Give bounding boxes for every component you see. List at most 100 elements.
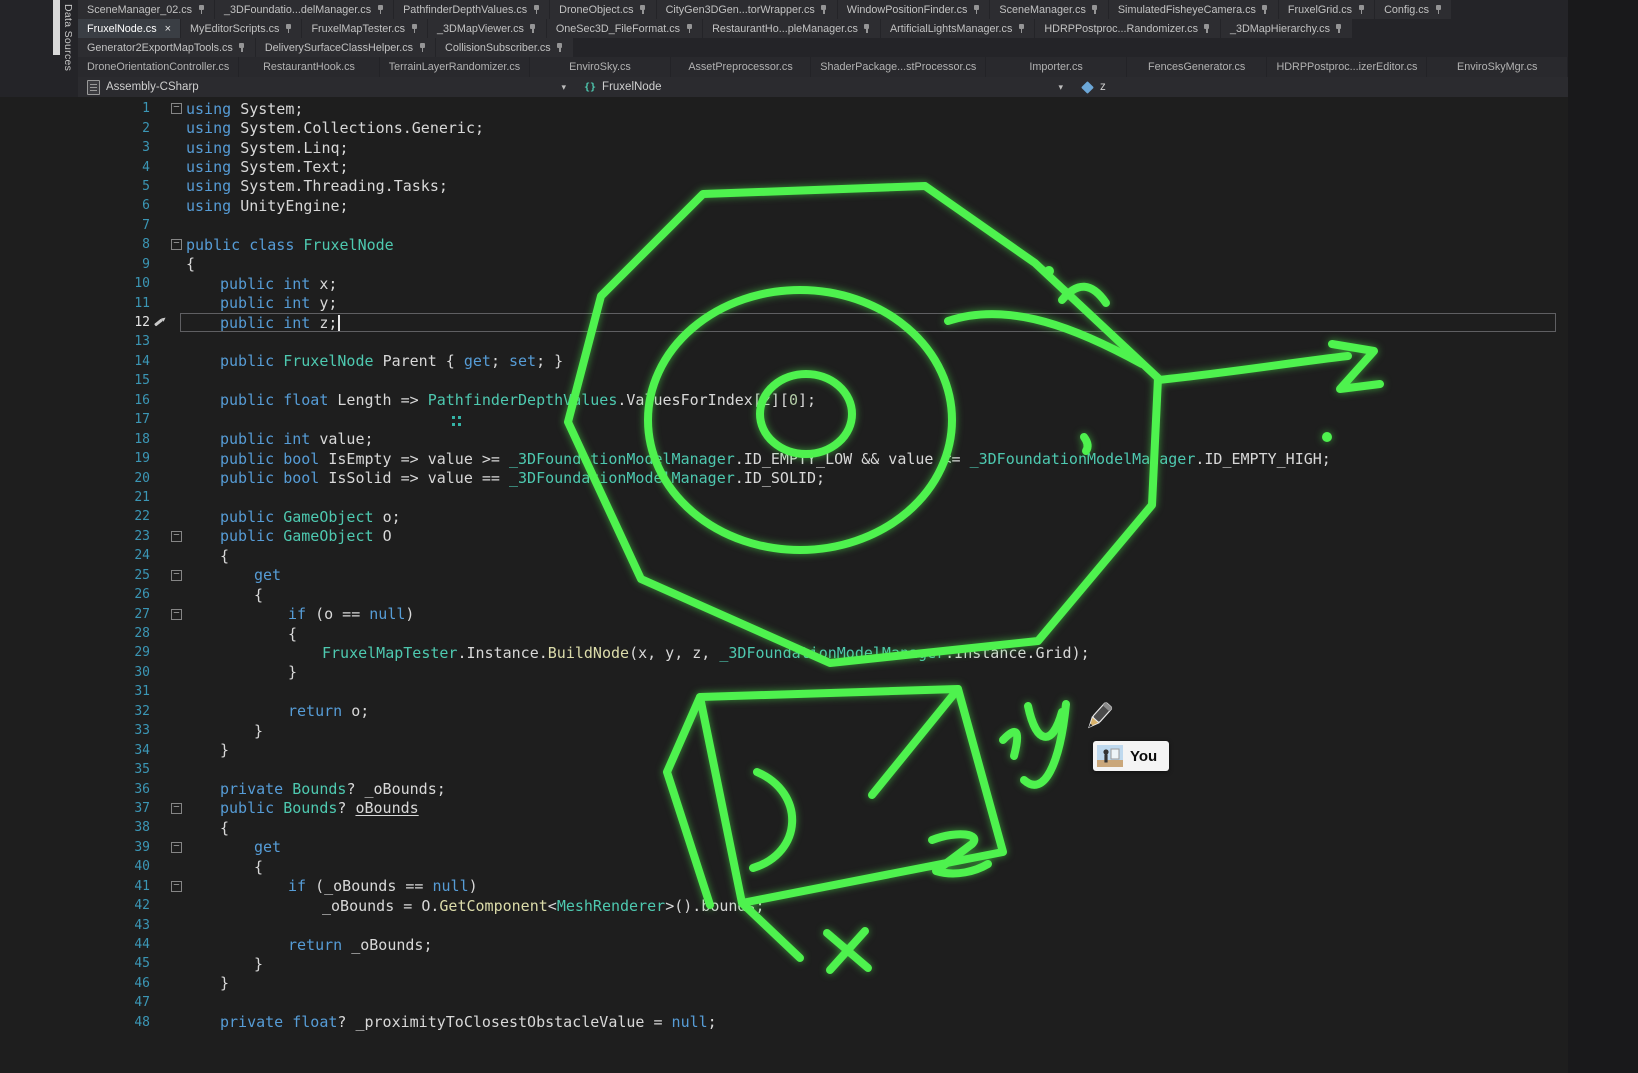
pin-icon[interactable]	[820, 5, 828, 15]
tab-windowpositionfinder-cs[interactable]: WindowPositionFinder.cs	[838, 0, 990, 19]
tab-collisionsubscriber-cs[interactable]: CollisionSubscriber.cs	[436, 38, 573, 57]
code-text: {	[186, 819, 229, 837]
tab-importer-cs[interactable]: Importer.cs	[986, 57, 1126, 77]
code-text: {	[186, 255, 195, 273]
tab-citygen3dgen-torwrapper-cs[interactable]: CityGen3DGen...torWrapper.cs	[657, 0, 837, 19]
line-number: 43	[0, 918, 150, 933]
collapse-toggle[interactable]	[171, 103, 182, 114]
pin-icon[interactable]	[1434, 5, 1442, 15]
pin-icon[interactable]	[238, 43, 246, 53]
tab-restauranthook-cs[interactable]: RestaurantHook.cs	[239, 57, 379, 77]
navigation-bar: Assembly-CSharp FruxelNode z	[78, 77, 1568, 97]
tab-terrainlayerrandomizer-cs[interactable]: TerrainLayerRandomizer.cs	[380, 57, 529, 77]
line-number: 9	[0, 257, 150, 272]
code-text: public int z;	[186, 314, 340, 332]
pin-icon[interactable]	[529, 24, 537, 34]
tab-scenemanager-02-cs[interactable]: SceneManager_02.cs	[78, 0, 214, 19]
tab-scenemanager-cs[interactable]: SceneManager.cs	[990, 0, 1107, 19]
collapse-toggle[interactable]	[171, 881, 182, 892]
tab-simulatedfisheyecamera-cs[interactable]: SimulatedFisheyeCamera.cs	[1109, 0, 1278, 19]
collapse-toggle[interactable]	[171, 842, 182, 853]
pin-icon[interactable]	[1091, 5, 1099, 15]
tab--3dmaphierarchy-cs[interactable]: _3DMapHierarchy.cs	[1221, 19, 1352, 38]
line-number: 3	[0, 140, 150, 155]
collapse-toggle[interactable]	[171, 239, 182, 250]
tab--3dfoundatio-delmanager-cs[interactable]: _3DFoundatio...delManager.cs	[215, 0, 393, 19]
tab-restaurantho-plemanager-cs[interactable]: RestaurantHo...pleManager.cs	[703, 19, 880, 38]
code-text: get	[186, 838, 281, 856]
pin-icon[interactable]	[410, 24, 418, 34]
code-line-15: 15	[0, 371, 1556, 390]
pin-icon[interactable]	[972, 5, 980, 15]
member-dropdown[interactable]: z	[1072, 77, 1568, 97]
tab-config-cs[interactable]: Config.cs	[1375, 0, 1451, 19]
line-number: 19	[0, 451, 150, 466]
pin-icon[interactable]	[1357, 5, 1365, 15]
tab-droneorientationcontroller-cs[interactable]: DroneOrientationController.cs	[78, 57, 238, 77]
code-line-34: 34}	[0, 740, 1556, 759]
tab-hdrppostproc-izereditor-cs[interactable]: HDRPPostproc...izerEditor.cs	[1267, 57, 1426, 77]
tab-artificiallightsmanager-cs[interactable]: ArtificialLightsManager.cs	[881, 19, 1034, 38]
line-number: 26	[0, 587, 150, 602]
tab-label: SimulatedFisheyeCamera.cs	[1118, 4, 1256, 16]
project-name: Assembly-CSharp	[106, 81, 199, 93]
collapse-toggle[interactable]	[171, 609, 182, 620]
pin-icon[interactable]	[556, 43, 564, 53]
tab-droneobject-cs[interactable]: DroneObject.cs	[550, 0, 655, 19]
pin-icon[interactable]	[532, 5, 540, 15]
pin-icon[interactable]	[1017, 24, 1025, 34]
tab-fruxelmaptester-cs[interactable]: FruxelMapTester.cs	[302, 19, 427, 38]
tab-assetpreprocessor-cs[interactable]: AssetPreprocessor.cs	[671, 57, 811, 77]
code-line-5: 5using System.Threading.Tasks;	[0, 177, 1556, 196]
tab-fencesgenerator-cs[interactable]: FencesGenerator.cs	[1127, 57, 1267, 77]
line-number: 34	[0, 743, 150, 758]
code-text: using System.Collections.Generic;	[186, 119, 484, 137]
tab-row-3: Generator2ExportMapTools.cs DeliverySurfa…	[78, 38, 1568, 57]
left-rail: Data Sources	[0, 0, 78, 97]
pin-icon[interactable]	[197, 5, 205, 15]
pin-icon[interactable]	[418, 43, 426, 53]
tab--3dmapviewer-cs[interactable]: _3DMapViewer.cs	[428, 19, 546, 38]
line-number: 23	[0, 529, 150, 544]
line-number: 42	[0, 898, 150, 913]
code-editor[interactable]: 1using System;2using System.Collections.…	[0, 97, 1638, 1073]
collapse-toggle[interactable]	[171, 570, 182, 581]
collapse-toggle[interactable]	[171, 531, 182, 542]
tab-envirosky-cs[interactable]: EnviroSky.cs	[530, 57, 670, 77]
tab-onesec3d-fileformat-cs[interactable]: OneSec3D_FileFormat.cs	[547, 19, 702, 38]
pin-icon[interactable]	[863, 24, 871, 34]
tab-fruxelnode-cs[interactable]: FruxelNode.cs	[78, 19, 180, 38]
tab-label: ArtificialLightsManager.cs	[890, 23, 1012, 35]
pin-icon[interactable]	[1261, 5, 1269, 15]
pin-icon[interactable]	[1203, 24, 1211, 34]
type-dropdown[interactable]: FruxelNode	[575, 77, 1072, 97]
data-sources-tool-tab[interactable]: Data Sources	[62, 4, 74, 71]
tab-label: DeliverySurfaceClassHelper.cs	[265, 42, 413, 54]
pin-icon[interactable]	[1335, 24, 1343, 34]
tab-shaderpackage-stprocessor-cs[interactable]: ShaderPackage...stProcessor.cs	[811, 57, 985, 77]
tab-pathfinderdepthvalues-cs[interactable]: PathfinderDepthValues.cs	[394, 0, 549, 19]
pin-icon[interactable]	[376, 5, 384, 15]
close-icon[interactable]	[165, 23, 171, 35]
line-number: 33	[0, 723, 150, 738]
tab-myeditorscripts-cs[interactable]: MyEditorScripts.cs	[181, 19, 301, 38]
line-number: 22	[0, 509, 150, 524]
code-text: }	[186, 722, 263, 740]
line-number: 14	[0, 354, 150, 369]
pin-icon[interactable]	[284, 24, 292, 34]
tab-deliverysurfaceclasshelper-cs[interactable]: DeliverySurfaceClassHelper.cs	[256, 38, 435, 57]
collapse-toggle[interactable]	[171, 803, 182, 814]
tab-fruxelgrid-cs[interactable]: FruxelGrid.cs	[1279, 0, 1374, 19]
tab-enviroskymgr-cs[interactable]: EnviroSkyMgr.cs	[1427, 57, 1567, 77]
pin-icon[interactable]	[685, 24, 693, 34]
project-dropdown[interactable]: Assembly-CSharp	[78, 77, 575, 97]
tab-label: CityGen3DGen...torWrapper.cs	[666, 4, 815, 16]
pin-icon[interactable]	[639, 5, 647, 15]
code-text: public class FruxelNode	[186, 236, 394, 254]
line-number: 29	[0, 645, 150, 660]
code-line-13: 13	[0, 332, 1556, 351]
tab-label: PathfinderDepthValues.cs	[403, 4, 527, 16]
code-line-12: 12public int z;	[0, 313, 1556, 332]
tab-hdrppostproc-randomizer-cs[interactable]: HDRPPostproc...Randomizer.cs	[1035, 19, 1220, 38]
tab-generator2exportmaptools-cs[interactable]: Generator2ExportMapTools.cs	[78, 38, 255, 57]
